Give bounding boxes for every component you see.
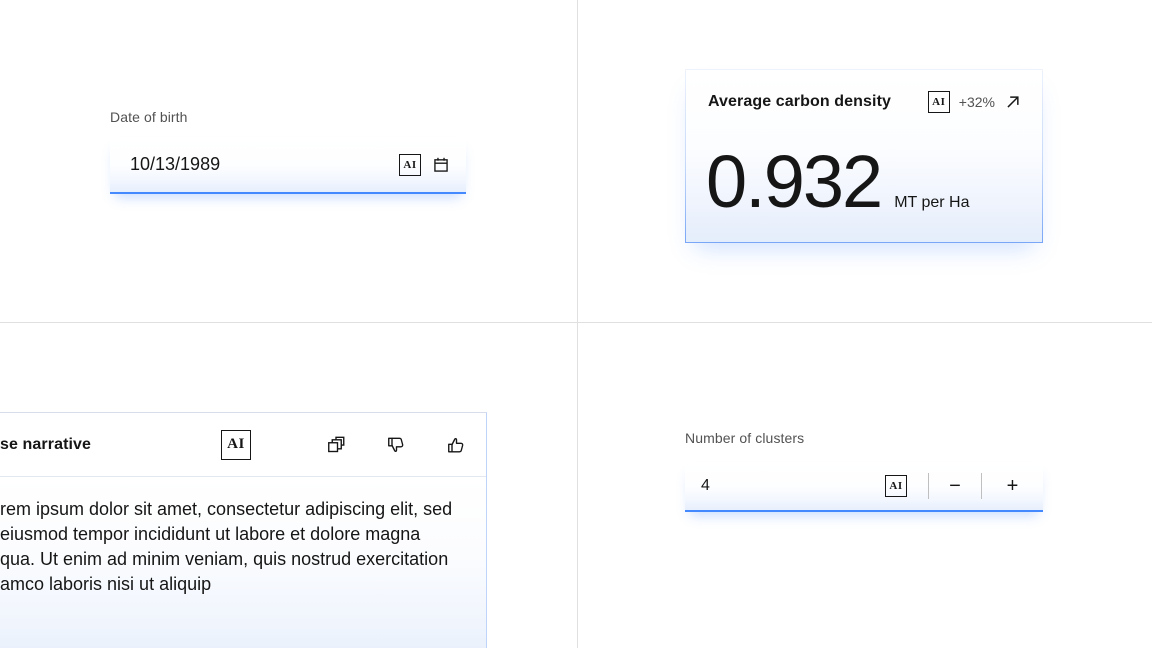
thumbs-down-button[interactable] (386, 435, 406, 455)
narrative-text: rem ipsum dolor sit amet, consectetur ad… (0, 499, 452, 594)
subtract-icon: − (949, 475, 961, 498)
metric-unit: MT per Ha (894, 194, 969, 212)
calendar-icon (432, 156, 450, 174)
grid-divider-horizontal (0, 322, 1152, 323)
ai-label[interactable]: AI (221, 430, 251, 460)
ai-label-text: AI (227, 436, 245, 453)
narrative-header: se narrative AI (0, 413, 486, 477)
copy-icon (326, 435, 346, 455)
ai-label-text: AI (889, 480, 902, 492)
canvas: Date of birth 10/13/1989 AI (0, 0, 1152, 648)
add-icon: + (1007, 475, 1019, 498)
clusters-field-label: Number of clusters (685, 429, 804, 447)
thumbs-down-icon (386, 435, 406, 455)
ai-label-text: AI (403, 159, 416, 171)
increment-button[interactable]: + (982, 462, 1043, 510)
metric-tile-title: Average carbon density (708, 93, 891, 111)
number-input[interactable]: 4 AI − + (685, 462, 1043, 512)
calendar-button[interactable] (432, 156, 450, 174)
narrative-textarea[interactable]: rem ipsum dolor sit amet, consectetur ad… (0, 477, 486, 648)
metric-tile-surface: Average carbon density AI +32% (686, 70, 1042, 242)
arrow-up-right-icon (1004, 93, 1022, 111)
decrement-button[interactable]: − (929, 462, 981, 510)
date-field-label: Date of birth (110, 108, 188, 126)
thumbs-up-icon (446, 435, 466, 455)
copy-button[interactable] (326, 435, 346, 455)
date-input[interactable]: 10/13/1989 AI (110, 137, 466, 194)
number-input-value: 4 (685, 477, 710, 495)
grid-divider-vertical (577, 0, 578, 648)
date-input-value: 10/13/1989 (130, 154, 220, 175)
ai-label[interactable]: AI (928, 91, 950, 113)
ai-label[interactable]: AI (885, 475, 907, 497)
narrative-title: se narrative (0, 436, 91, 454)
metric-tile: Average carbon density AI +32% (685, 69, 1043, 243)
metric-delta: +32% (959, 94, 995, 110)
narrative-card: se narrative AI (0, 412, 487, 648)
metric-value: 0.932 (706, 145, 881, 219)
trend-link-button[interactable] (1004, 93, 1022, 111)
ai-label[interactable]: AI (399, 154, 421, 176)
thumbs-up-button[interactable] (446, 435, 466, 455)
ai-label-text: AI (932, 96, 945, 108)
